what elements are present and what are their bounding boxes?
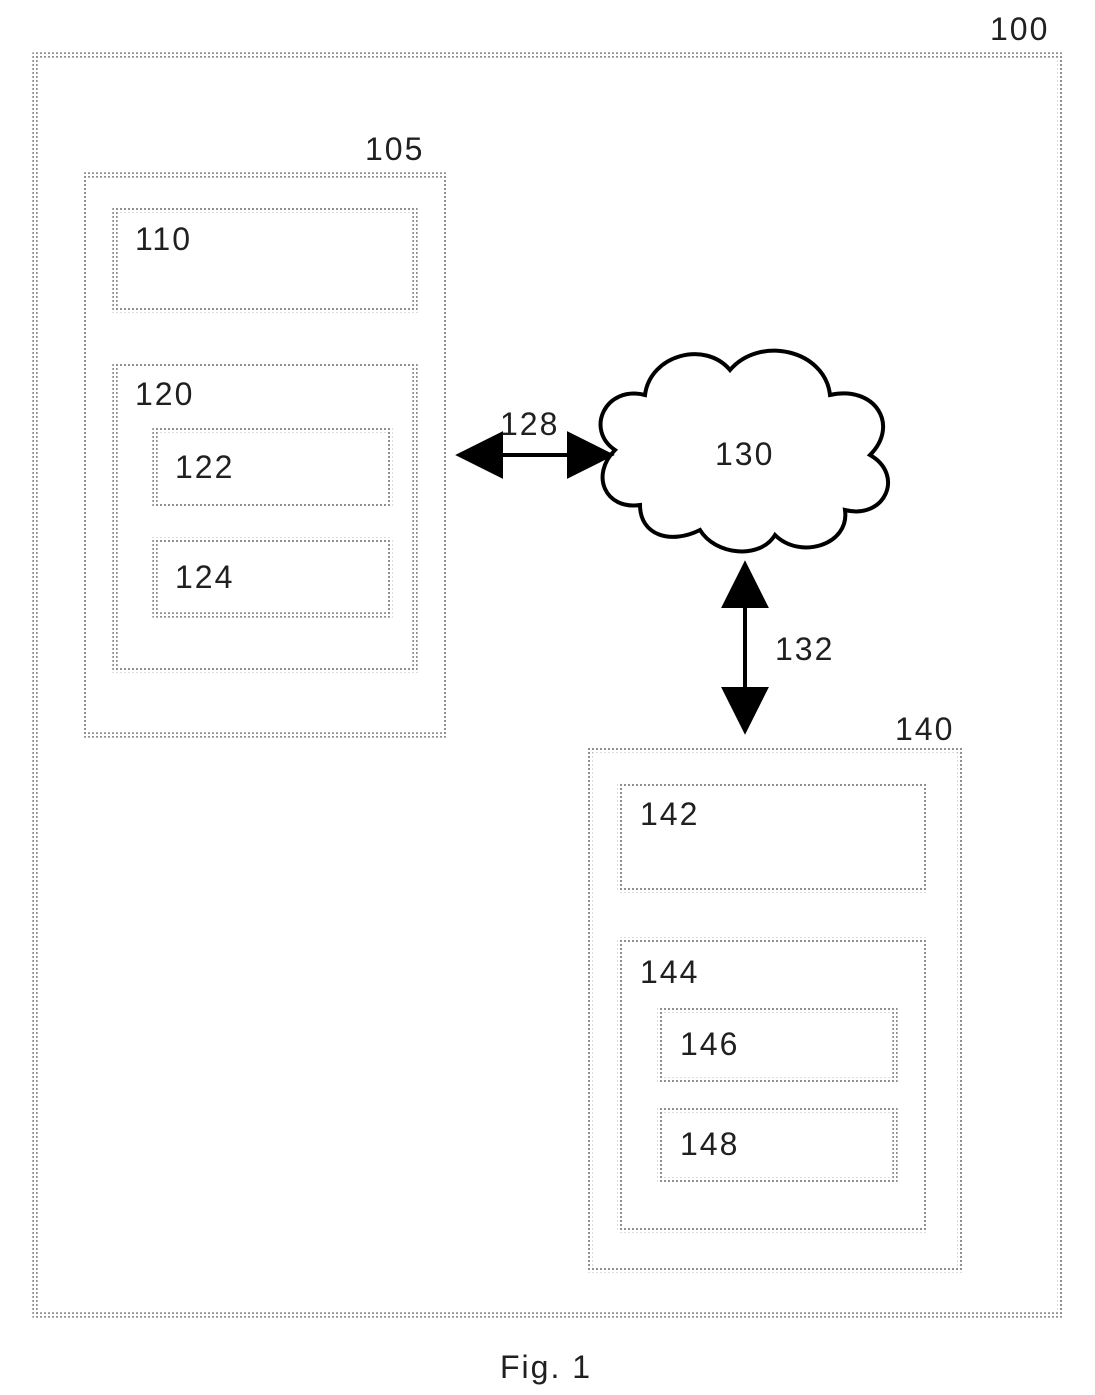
block-a-sub-124-label: 124 <box>175 559 234 595</box>
block-b-sub-148-label: 148 <box>680 1126 739 1162</box>
figure-caption: Fig. 1 <box>500 1349 592 1385</box>
system-diagram: 100 105 110 120 122 124 130 128 132 140 … <box>0 0 1095 1395</box>
block-b-sub-146-label: 146 <box>680 1026 739 1062</box>
link-a-cloud-label: 128 <box>500 406 559 442</box>
block-a-group-120-label: 120 <box>135 376 194 412</box>
block-a-item-110-label: 110 <box>135 221 192 257</box>
block-a-sub-122-label: 122 <box>175 449 234 485</box>
block-b-item-142-label: 142 <box>640 796 699 832</box>
link-cloud-b-label: 132 <box>775 631 834 667</box>
cloud-label: 130 <box>715 436 774 472</box>
block-b-group-144-label: 144 <box>640 954 699 990</box>
outer-frame-label: 100 <box>990 11 1049 47</box>
block-a-label: 105 <box>365 131 424 167</box>
block-b-label: 140 <box>895 711 954 747</box>
